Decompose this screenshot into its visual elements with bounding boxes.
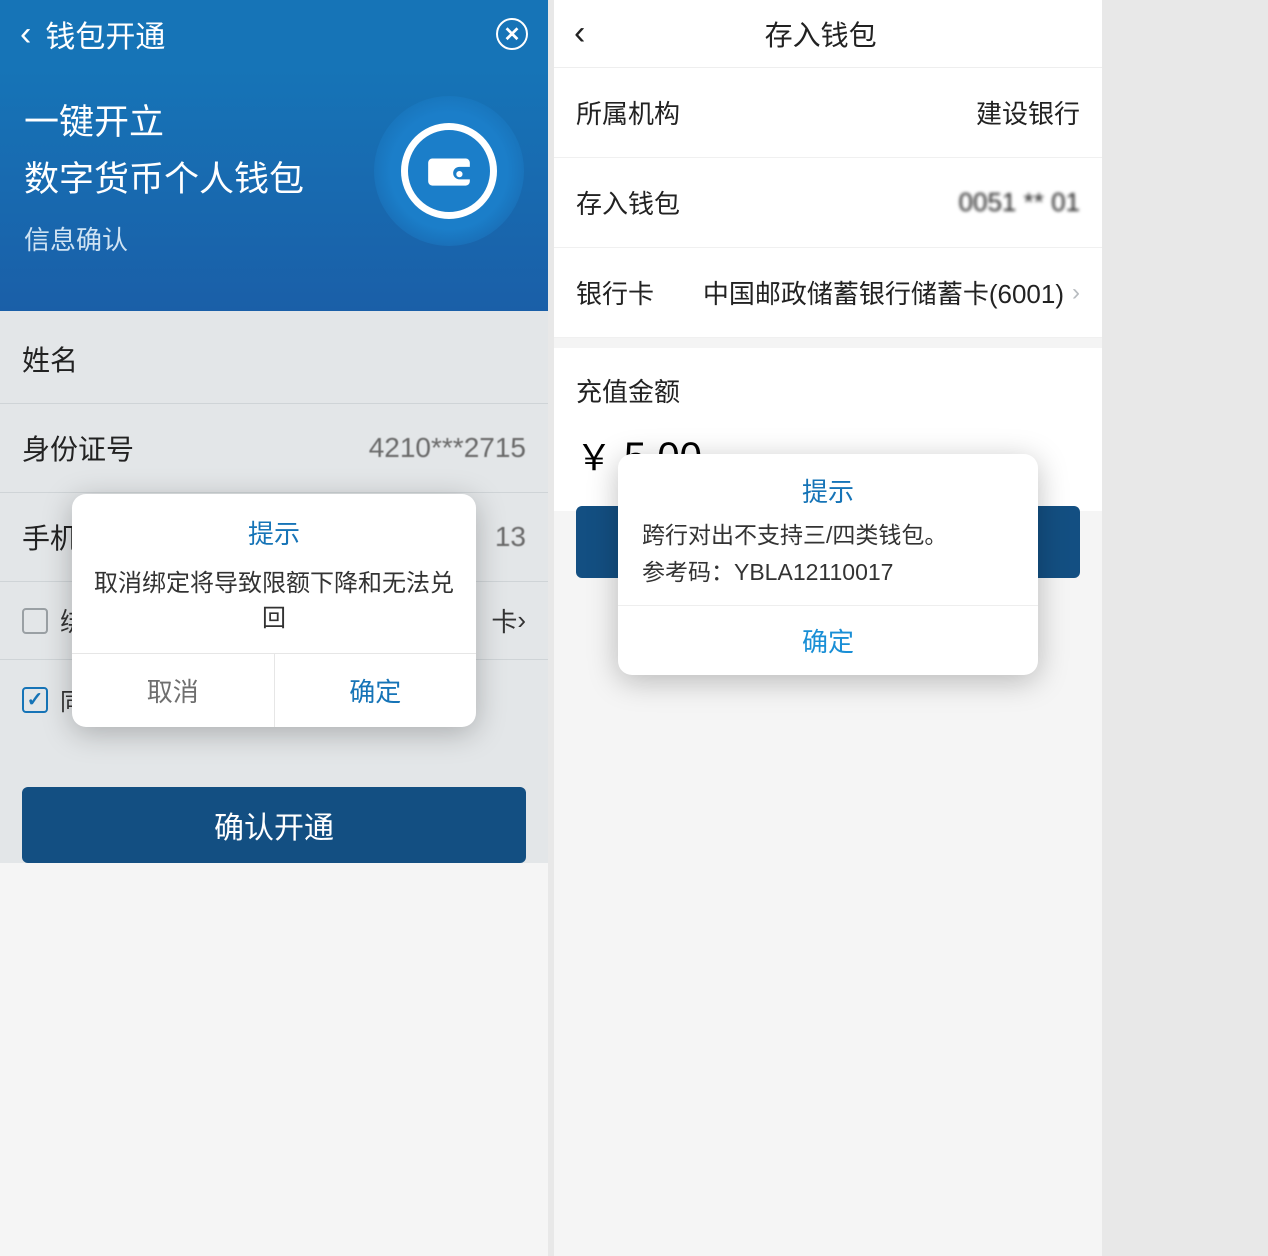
org-value: 建设银行 bbox=[976, 94, 1080, 131]
dialog-message: 取消绑定将导致限额下降和无法兑回 bbox=[72, 563, 476, 653]
org-label: 所属机构 bbox=[576, 94, 680, 131]
reference-code: YBLA12110017 bbox=[734, 559, 893, 585]
dialog-ok-button[interactable]: 确定 bbox=[618, 605, 1038, 675]
bank-card-row[interactable]: 银行卡 中国邮政储蓄银行储蓄卡(6001) › bbox=[554, 248, 1102, 338]
confirm-dialog: 提示 取消绑定将导致限额下降和无法兑回 取消 确定 bbox=[72, 494, 476, 727]
dialog-title: 提示 bbox=[72, 494, 476, 563]
right-phone-screen: ‹ 存入钱包 所属机构 建设银行 存入钱包 0051 ** 01 银行卡 中国邮… bbox=[554, 0, 1102, 1256]
page-title: 存入钱包 bbox=[765, 14, 877, 54]
alert-dialog: 提示 跨行对出不支持三/四类钱包。 参考码：YBLA12110017 确定 bbox=[618, 454, 1038, 675]
amount-label: 充值金额 bbox=[554, 338, 1102, 411]
dialog-message: 跨行对出不支持三/四类钱包。 参考码：YBLA12110017 bbox=[618, 517, 1038, 605]
left-phone-screen: ‹ 钱包开通 ✕ 一键开立 数字货币个人钱包 信息确认 姓名 身份证号 4210… bbox=[0, 0, 548, 1256]
dialog-title: 提示 bbox=[618, 454, 1038, 517]
dialog-cancel-button[interactable]: 取消 bbox=[72, 654, 275, 727]
org-row: 所属机构 建设银行 bbox=[554, 68, 1102, 158]
chevron-right-icon: › bbox=[1072, 279, 1080, 307]
right-body: 所属机构 建设银行 存入钱包 0051 ** 01 银行卡 中国邮政储蓄银行储蓄… bbox=[554, 68, 1102, 511]
dialog-button-row: 取消 确定 bbox=[72, 653, 476, 727]
card-value: 中国邮政储蓄银行储蓄卡(6001) bbox=[703, 274, 1064, 311]
deposit-value: 0051 ** 01 bbox=[959, 187, 1080, 218]
currency-symbol: ￥ bbox=[576, 429, 612, 481]
deposit-wallet-row[interactable]: 存入钱包 0051 ** 01 bbox=[554, 158, 1102, 248]
reference-label: 参考码： bbox=[642, 559, 734, 585]
dialog-msg-line1: 跨行对出不支持三/四类钱包。 bbox=[642, 522, 947, 548]
dialog-ok-button[interactable]: 确定 bbox=[275, 654, 477, 727]
right-title-bar: ‹ 存入钱包 bbox=[554, 0, 1102, 68]
back-icon[interactable]: ‹ bbox=[574, 14, 585, 53]
deposit-label: 存入钱包 bbox=[576, 184, 680, 221]
card-label: 银行卡 bbox=[576, 274, 654, 311]
